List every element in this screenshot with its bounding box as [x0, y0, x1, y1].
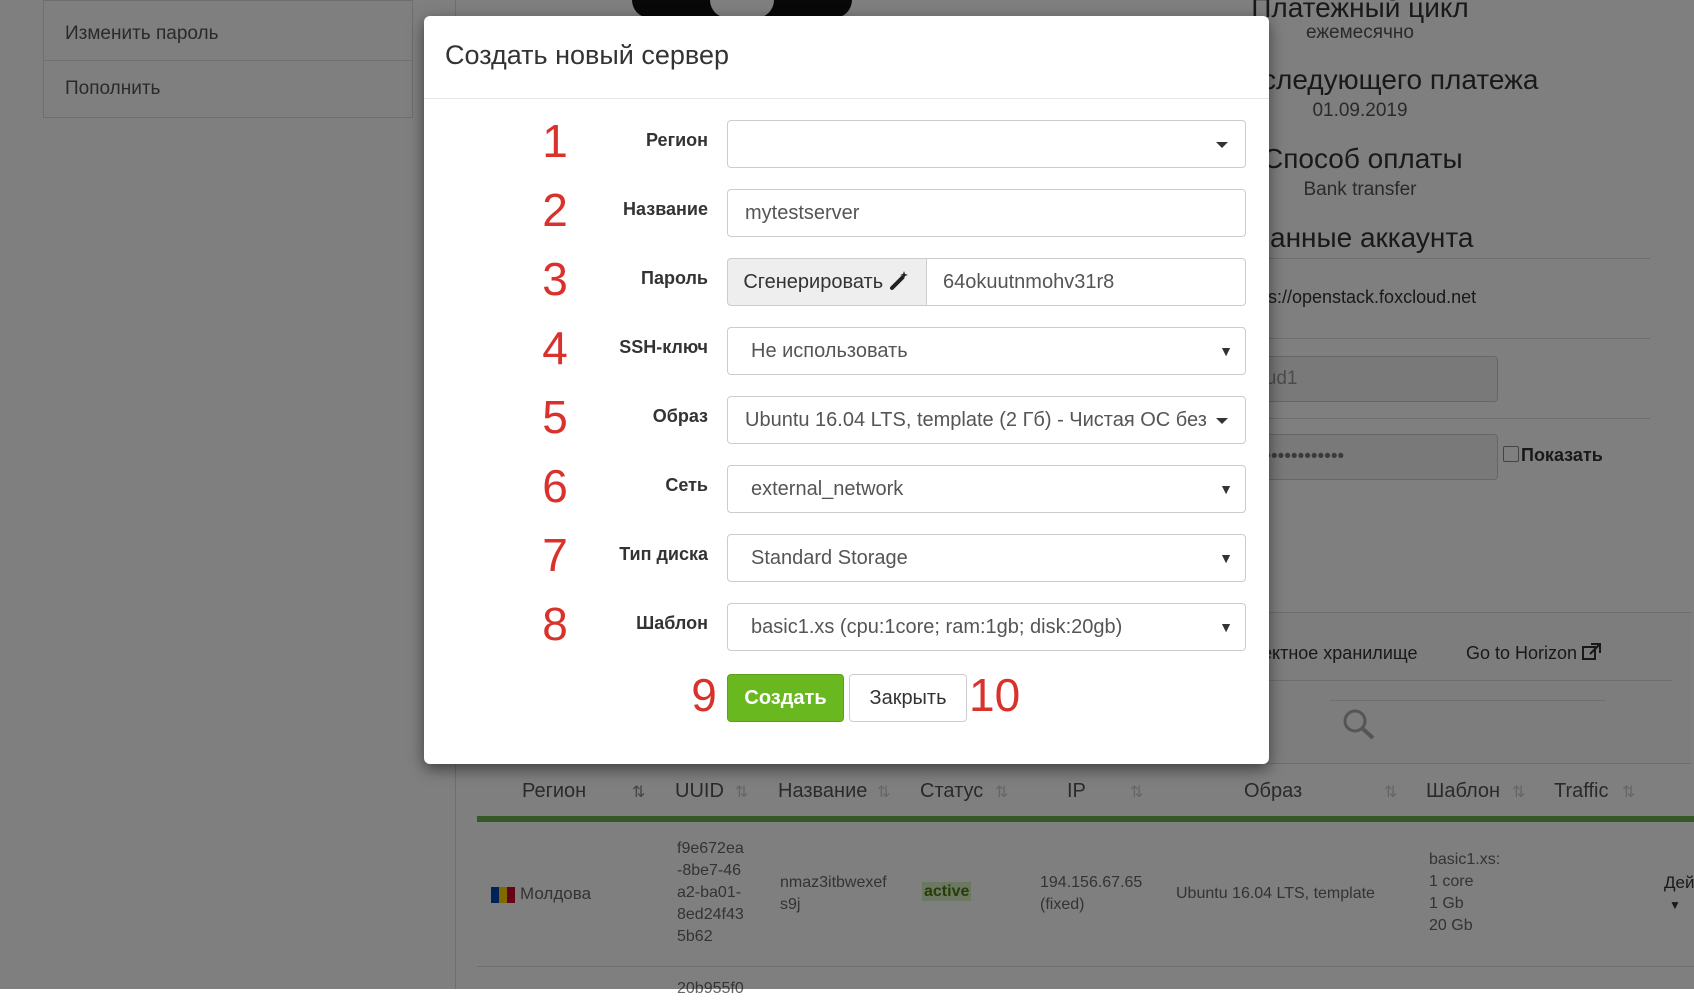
network-select-value: external_network [751, 478, 904, 500]
modal-header-divider [424, 98, 1269, 99]
server-name-input[interactable]: mytestserver [727, 189, 1246, 237]
image-label: Образ [652, 406, 708, 426]
disk-type-select[interactable]: Standard Storage ▼ [727, 534, 1246, 582]
caret-down-icon: ▼ [1219, 481, 1233, 497]
caret-down-icon [1216, 142, 1228, 148]
disk-type-select-value: Standard Storage [751, 547, 908, 569]
caret-down-icon: ▼ [1219, 619, 1233, 635]
name-label: Название [623, 199, 708, 219]
caret-down-icon: ▼ [1219, 343, 1233, 359]
generate-password-label: Сгенерировать [743, 271, 884, 293]
template-label: Шаблон [636, 613, 708, 633]
caret-down-icon [1216, 418, 1228, 424]
image-select[interactable]: Ubuntu 16.04 LTS, template (2 Гб) - Чист… [727, 396, 1246, 444]
create-server-modal: Создать новый сервер 1 Регион 2 Название… [424, 16, 1269, 764]
image-select-value: Ubuntu 16.04 LTS, template (2 Гб) - Чист… [745, 409, 1207, 431]
generate-password-button[interactable]: Сгенерировать [727, 258, 927, 306]
magic-wand-icon [889, 271, 908, 290]
create-button[interactable]: Создать [727, 674, 844, 722]
ssh-key-select-value: Не использовать [751, 340, 908, 362]
template-select[interactable]: basic1.xs (cpu:1core; ram:1gb; disk:20gb… [727, 603, 1246, 651]
network-select[interactable]: external_network ▼ [727, 465, 1246, 513]
close-button[interactable]: Закрыть [849, 674, 967, 722]
modal-title: Создать новый сервер [445, 40, 729, 70]
template-select-value: basic1.xs (cpu:1core; ram:1gb; disk:20gb… [751, 616, 1123, 638]
region-label: Регион [646, 130, 708, 150]
password-label: Пароль [641, 268, 708, 288]
annotation-number: 10 [969, 669, 1021, 721]
disk-type-label: Тип диска [619, 544, 708, 564]
annotation-number: 9 [691, 669, 717, 721]
caret-down-icon: ▼ [1219, 550, 1233, 566]
ssh-key-label: SSH-ключ [619, 337, 708, 357]
region-select[interactable] [727, 120, 1246, 168]
network-label: Сеть [665, 475, 708, 495]
ssh-key-select[interactable]: Не использовать ▼ [727, 327, 1246, 375]
password-input[interactable]: 64okuutnmohv31r8 [926, 258, 1246, 306]
